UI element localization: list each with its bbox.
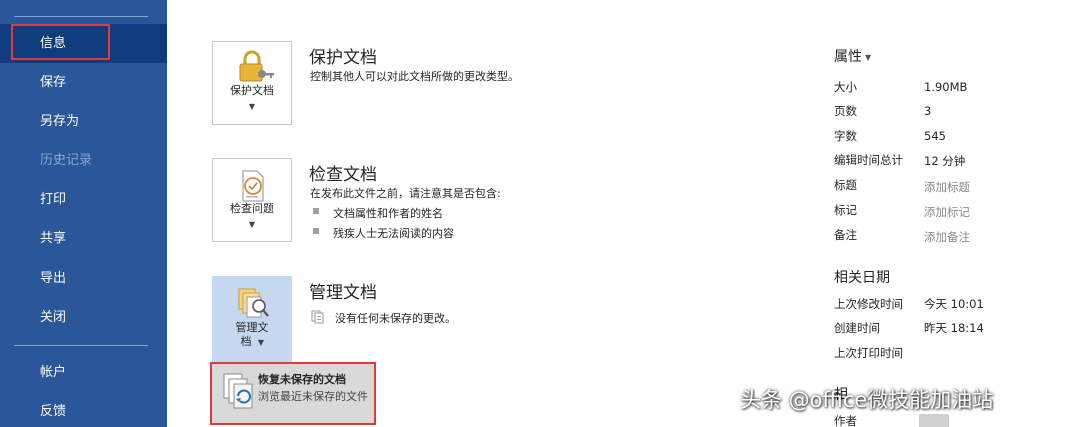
protect-document-button[interactable]: 保护文档 ▼ (212, 41, 292, 125)
property-value-words: 545 (924, 129, 946, 143)
property-label-title: 标题 (834, 178, 857, 192)
sidebar-item-save-as[interactable]: 另存为 (0, 102, 167, 141)
chevron-down-icon: ▼ (257, 338, 265, 347)
bullet-icon (313, 208, 319, 214)
recover-unsaved-documents-desc: 浏览最近未保存的文件 (258, 390, 368, 403)
sidebar-item-account[interactable]: 帐户 (0, 353, 167, 392)
sidebar-item-close[interactable]: 关闭 (0, 298, 167, 337)
add-title-field[interactable]: 添加标题 (924, 179, 970, 195)
check-issues-label: 检查问题 (230, 202, 274, 215)
manage-documents-icon (213, 285, 291, 321)
sidebar-item-export[interactable]: 导出 (0, 259, 167, 298)
lock-key-icon (213, 50, 291, 86)
sidebar-item-share[interactable]: 共享 (0, 219, 167, 258)
property-label-edit-time: 编辑时间总计 (834, 153, 903, 167)
protect-document-title: 保护文档 (309, 48, 377, 68)
avatar (919, 414, 949, 427)
protect-document-desc: 控制其他人可以对此文档所做的更改类型。 (310, 70, 519, 83)
date-value-modified: 今天 10:01 (924, 297, 984, 311)
property-label-size: 大小 (834, 80, 857, 94)
info-highlight-box (11, 24, 110, 60)
backstage-sidebar: 信息 保存 另存为 历史记录 打印 共享 导出 关闭 帐户 反馈 (0, 0, 167, 427)
properties-heading: 属性 (834, 49, 862, 65)
manage-document-title: 管理文档 (309, 283, 377, 303)
author-label: 作者 (834, 414, 857, 427)
property-value-edit-time: 12 分钟 (924, 154, 966, 168)
bullet-icon (313, 228, 319, 234)
date-label-printed: 上次打印时间 (834, 346, 903, 360)
properties-dropdown[interactable]: 属性 ▼ (834, 46, 871, 66)
inspect-bullet-item: 残疾人士无法阅读的内容 (333, 227, 454, 240)
chevron-down-icon: ▼ (865, 52, 872, 62)
chevron-down-icon: ▼ (248, 220, 256, 229)
chevron-down-icon: ▼ (248, 102, 256, 111)
related-dates-heading: 相关日期 (834, 270, 890, 286)
recover-unsaved-documents-title: 恢复未保存的文档 (258, 373, 346, 386)
inspect-bullet-item: 文档属性和作者的姓名 (333, 207, 443, 220)
add-tags-field[interactable]: 添加标记 (924, 204, 970, 220)
sidebar-item-save[interactable]: 保存 (0, 63, 167, 102)
date-label-modified: 上次修改时间 (834, 297, 903, 311)
property-label-words: 字数 (834, 129, 857, 143)
protect-document-label: 保护文档 (230, 84, 274, 97)
sidebar-divider (14, 16, 148, 17)
manage-document-button[interactable]: 管理文 档 ▼ (212, 276, 292, 362)
add-comments-field[interactable]: 添加备注 (924, 229, 970, 245)
recover-documents-icon (222, 372, 256, 410)
property-label-pages: 页数 (834, 104, 857, 118)
inspect-document-desc: 在发布此文件之前，请注意其是否包含: (310, 187, 501, 200)
inspect-document-title: 检查文档 (309, 165, 377, 185)
sidebar-item-feedback[interactable]: 反馈 (0, 392, 167, 427)
checklist-icon (213, 167, 291, 203)
property-label-tags: 标记 (834, 203, 857, 217)
manage-document-label: 管理文 (235, 321, 269, 334)
sidebar-item-print[interactable]: 打印 (0, 180, 167, 219)
sidebar-item-history: 历史记录 (40, 153, 93, 168)
check-issues-button[interactable]: 检查问题 ▼ (212, 158, 292, 242)
document-pages-icon (311, 309, 325, 324)
recover-unsaved-documents-item[interactable]: 恢复未保存的文档 浏览最近未保存的文件 (210, 362, 376, 425)
sidebar-divider (14, 345, 148, 346)
date-label-created: 创建时间 (834, 321, 880, 335)
watermark-text: 头条 @office微技能加油站 (740, 388, 994, 412)
date-value-created: 昨天 18:14 (924, 321, 984, 335)
property-label-comments: 备注 (834, 228, 857, 242)
property-value-size: 1.90MB (924, 80, 968, 94)
property-value-pages: 3 (924, 104, 932, 118)
manage-document-desc: 没有任何未保存的更改。 (335, 312, 456, 325)
